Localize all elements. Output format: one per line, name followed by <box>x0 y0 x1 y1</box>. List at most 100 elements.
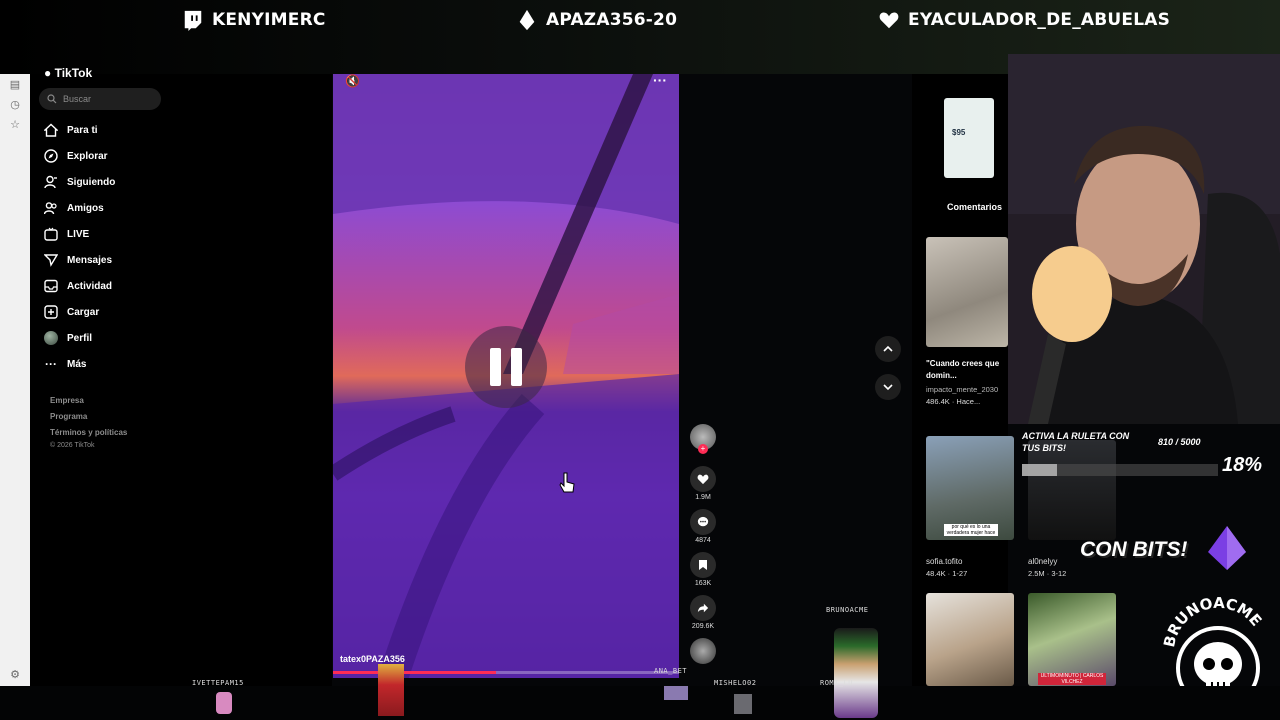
messages-icon <box>43 252 59 268</box>
nav-amigos[interactable]: Amigos <box>43 197 104 219</box>
more-icon: ··· <box>45 357 57 371</box>
like-count: 1.9M <box>695 494 711 501</box>
activity-icon <box>43 278 59 294</box>
nav-label: Para ti <box>67 124 98 136</box>
feed-thumb-4[interactable] <box>926 593 1014 686</box>
tiktok-logo-text: TikTok <box>54 66 93 80</box>
nav-cargar[interactable]: Cargar <box>43 301 99 323</box>
home-icon <box>43 122 59 138</box>
browser-side-strip <box>0 74 30 686</box>
roulette-progress-fill <box>1022 464 1058 476</box>
bits-roulette-overlay: ACTIVA LA RULETA CON TUS BITS! 810 / 500… <box>1016 424 1280 570</box>
video-player[interactable]: 🔇 ··· tatex0PAZA356 <box>333 74 679 678</box>
follow-plus-icon[interactable]: + <box>698 444 708 454</box>
feed-user-1[interactable]: impacto_mente_2030 <box>926 385 998 394</box>
chat-sprite-4 <box>734 694 752 714</box>
nav-actividad[interactable]: Actividad <box>43 275 112 297</box>
search-input[interactable]: Buscar <box>39 88 161 110</box>
heart-icon <box>879 12 899 29</box>
comment-button[interactable] <box>690 509 716 535</box>
chat-nick-5: ROMI_LU <box>820 679 854 687</box>
nav-label: Siguiendo <box>67 176 116 188</box>
bits-gem-icon <box>1208 526 1246 570</box>
latest-sub-name: EYACULADOR_DE_ABUELAS <box>908 10 1171 30</box>
prev-video-button[interactable] <box>875 336 901 362</box>
nav-para-ti[interactable]: Para ti <box>43 119 98 141</box>
mute-icon[interactable]: 🔇 <box>345 74 360 88</box>
nav-siguiendo[interactable]: Siguiendo <box>43 171 115 193</box>
nav-label: Actividad <box>67 280 113 292</box>
nav-perfil[interactable]: Perfil <box>43 327 92 349</box>
history-icon[interactable]: ◷ <box>8 98 22 112</box>
comment-icon <box>697 516 709 527</box>
profile-avatar <box>43 330 59 346</box>
friends-icon <box>43 200 59 216</box>
ad-thumbnail[interactable]: $95 <box>944 98 994 178</box>
latest-bits: APAZA356-20 <box>516 6 677 34</box>
twitch-follower: KENYIMERC <box>182 6 326 34</box>
feed-thumb-1[interactable] <box>926 237 1008 347</box>
chat-nick-1: IVETTEPAM15 <box>192 679 244 687</box>
music-disc-avatar[interactable] <box>690 638 716 664</box>
save-button[interactable] <box>690 552 716 578</box>
comments-tab[interactable]: Comentarios <box>947 202 1002 212</box>
video-more-icon[interactable]: ··· <box>653 74 667 88</box>
chat-sprite-broly <box>834 628 878 718</box>
tiktok-logo[interactable]: ● TikTok <box>44 66 92 80</box>
upload-icon <box>43 304 59 320</box>
feed-thumb-2[interactable]: por qué es lo una verdadera mujer hace <box>926 436 1014 540</box>
next-video-button[interactable] <box>875 374 901 400</box>
following-icon <box>43 174 59 190</box>
settings-gear-icon[interactable]: ⚙ <box>8 668 22 682</box>
twitch-follower-name: KENYIMERC <box>212 10 326 30</box>
share-icon <box>697 603 709 613</box>
nav-label: Explorar <box>67 150 108 162</box>
bookmark-star-icon[interactable]: ☆ <box>8 118 22 132</box>
pause-button[interactable] <box>465 326 547 408</box>
reading-list-icon[interactable]: ▤ <box>8 78 22 92</box>
twitch-icon <box>184 10 202 31</box>
chat-sprite-1 <box>216 692 232 714</box>
nav-mensajes[interactable]: Mensajes <box>43 249 112 271</box>
price-badge: $95 <box>952 128 966 137</box>
chevron-down-icon <box>883 384 893 391</box>
save-count: 163K <box>694 580 712 587</box>
search-placeholder: Buscar <box>63 94 92 104</box>
chat-nick-4: MISHELO02 <box>714 679 757 687</box>
nav-label: Amigos <box>67 202 104 214</box>
chat-sprite-ironman <box>378 664 404 716</box>
latest-sub: EYACULADOR_DE_ABUELAS <box>878 6 1170 34</box>
creator-avatar[interactable]: + <box>690 424 716 454</box>
thumb-caption-2: por qué es lo una verdadera mujer hace <box>944 524 998 536</box>
share-count: 209.6K <box>691 623 715 630</box>
nav-explorar[interactable]: Explorar <box>43 145 108 167</box>
feed-user-3[interactable]: al0nelyy <box>1028 557 1057 566</box>
comment-count: 4874 <box>695 537 711 544</box>
roulette-progress-track <box>1022 464 1218 476</box>
share-button[interactable] <box>690 595 716 621</box>
nav-mas[interactable]: ··· Más <box>43 353 86 375</box>
feed-user-2[interactable]: sofia.tofito <box>926 557 962 566</box>
footer-copyright: © 2026 TikTok <box>50 442 95 449</box>
feed-stats-1: 486.4K · Hace... <box>926 397 981 406</box>
nav-label: Perfil <box>67 332 93 344</box>
feed-stats-3: 2.5M · 3-12 <box>1028 569 1067 578</box>
search-icon <box>47 94 57 104</box>
feed-thumb-5[interactable]: ULTIMOMINUTO | CARLOS VILCHEZ <box>1028 593 1116 686</box>
like-button[interactable] <box>690 466 716 492</box>
footer-programa[interactable]: Programa <box>50 412 87 421</box>
chat-nick-3: ANA_BET <box>654 667 688 675</box>
footer-terms[interactable]: Términos y políticas <box>50 428 127 437</box>
nav-label: Más <box>67 358 87 370</box>
feed-caption-1: "Cuando crees que domin... <box>926 359 1000 380</box>
roulette-title: ACTIVA LA RULETA CON TUS BITS! <box>1022 431 1130 453</box>
nav-live[interactable]: LIVE <box>43 223 89 245</box>
mouse-cursor-icon <box>559 472 575 493</box>
footer-empresa[interactable]: Empresa <box>50 396 84 405</box>
roulette-progress-text: 810 / 5000 <box>1158 437 1201 447</box>
live-icon <box>43 226 59 242</box>
progress-fill <box>333 671 496 674</box>
compass-icon <box>43 148 59 164</box>
video-username[interactable]: tatex0PAZA356 <box>340 654 405 664</box>
thumb-caption-5: ULTIMOMINUTO | CARLOS VILCHEZ <box>1038 673 1106 685</box>
